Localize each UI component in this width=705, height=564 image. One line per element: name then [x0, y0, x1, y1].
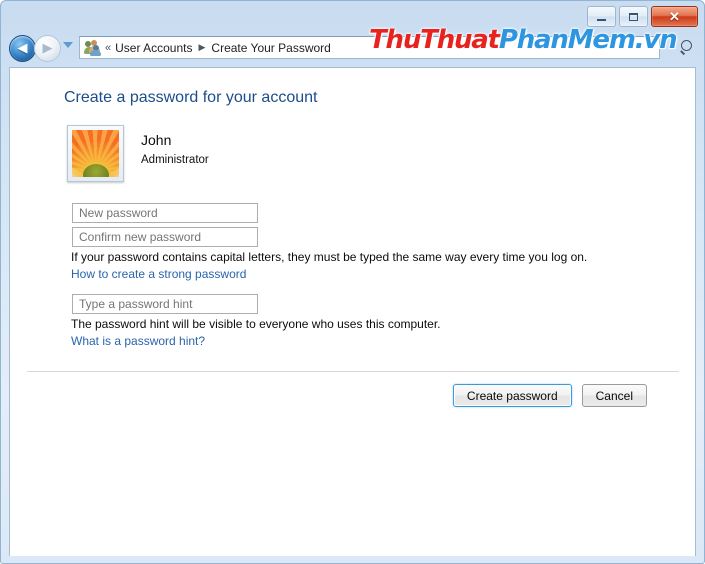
minimize-icon — [597, 18, 606, 21]
cancel-button[interactable]: Cancel — [581, 384, 647, 407]
back-button[interactable]: ◀ — [9, 35, 36, 62]
command-buttons: Create password Cancel — [452, 384, 647, 407]
control-panel-window: ✕ ◀ ▶ « User Accounts ▶ Create Your Pass — [0, 0, 705, 564]
window-bottom-frame — [1, 554, 704, 563]
avatar — [67, 125, 124, 182]
avatar-flower-image — [72, 130, 119, 177]
watermark-text-blue: PhanMem.vn — [498, 25, 678, 55]
confirm-password-input[interactable] — [72, 227, 258, 247]
page-title: Create a password for your account — [64, 89, 318, 106]
watermark-text-red: ThuThuat — [369, 25, 500, 55]
close-button[interactable]: ✕ — [651, 6, 698, 27]
content-pane: Create a password for your account John … — [9, 67, 696, 556]
search-icon[interactable] — [678, 38, 698, 57]
breadcrumb-item-user-accounts[interactable]: User Accounts — [115, 41, 192, 55]
breadcrumb-overflow-icon[interactable]: « — [105, 42, 111, 54]
forward-button[interactable]: ▶ — [34, 35, 61, 62]
create-password-button[interactable]: Create password — [452, 384, 572, 407]
password-hint-input[interactable] — [72, 294, 258, 314]
account-text-block: John Administrator — [141, 125, 209, 166]
user-accounts-icon — [84, 39, 101, 56]
recent-pages-chevron-down-icon[interactable] — [63, 42, 73, 48]
what-is-password-hint-link[interactable]: What is a password hint? — [71, 334, 205, 348]
maximize-icon — [629, 12, 638, 21]
account-name: John — [141, 132, 172, 148]
account-summary: John Administrator — [67, 125, 209, 182]
password-hint-visibility-note: The password hint will be visible to eve… — [71, 317, 441, 331]
maximize-button[interactable] — [619, 6, 648, 27]
how-to-create-strong-password-link[interactable]: How to create a strong password — [71, 267, 246, 281]
forward-arrow-icon: ▶ — [42, 41, 53, 56]
new-password-input[interactable] — [72, 203, 258, 223]
account-role: Administrator — [141, 153, 209, 166]
minimize-button[interactable] — [587, 6, 616, 27]
close-icon: ✕ — [669, 9, 680, 24]
command-area-divider — [27, 371, 679, 372]
breadcrumb-separator-icon[interactable]: ▶ — [199, 42, 206, 53]
back-arrow-icon: ◀ — [17, 41, 28, 56]
site-watermark: ThuThuatPhanMem.vn — [369, 25, 678, 55]
window-caption-buttons: ✕ — [587, 6, 698, 27]
capital-letters-note: If your password contains capital letter… — [71, 250, 588, 264]
breadcrumb-item-create-your-password[interactable]: Create Your Password — [211, 41, 330, 55]
